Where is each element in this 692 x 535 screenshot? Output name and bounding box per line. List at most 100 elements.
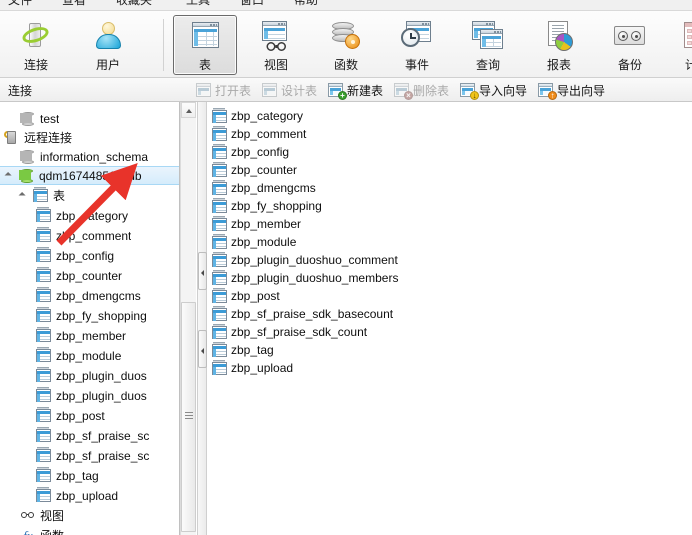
tree-item-label: zbp_upload	[56, 489, 118, 503]
toolbar-button-user[interactable]: 用户	[76, 15, 140, 75]
list-item[interactable]: zbp_post	[212, 287, 280, 305]
tree-item-zbp-comment[interactable]: zbp_comment	[0, 226, 180, 245]
toolbar-button-backup[interactable]: 备份	[598, 15, 662, 75]
toolbar-button-label: 备份	[618, 56, 642, 73]
connection-tree-panel[interactable]: test 远程连接 information_schema qdm16744851…	[0, 102, 180, 535]
list-item[interactable]: zbp_plugin_duoshuo_members	[212, 269, 398, 287]
export-wizard-button[interactable]: ↑ 导出向导	[538, 81, 605, 99]
list-item-label: zbp_counter	[231, 163, 297, 177]
list-item-label: zbp_config	[231, 145, 289, 159]
table-icon	[212, 325, 228, 340]
list-item[interactable]: zbp_fy_shopping	[212, 197, 322, 215]
open-table-button[interactable]: 打开表	[196, 81, 251, 99]
list-item[interactable]: zbp_sf_praise_sdk_basecount	[212, 305, 393, 323]
tree-item-zbp-plugin-duoshuo-members[interactable]: zbp_plugin_duos	[0, 386, 180, 405]
menu-item-favorites[interactable]: 收藏夹	[116, 0, 152, 8]
toolbar-button-connection[interactable]: 连接	[4, 15, 68, 75]
tree-item-label: zbp_tag	[56, 469, 99, 483]
tree-node-views-folder[interactable]: 视图	[0, 506, 180, 525]
connection-icon	[19, 20, 53, 52]
delete-table-button[interactable]: × 删除表	[394, 81, 449, 99]
tree-node-label: information_schema	[40, 150, 148, 164]
list-item[interactable]: zbp_comment	[212, 125, 306, 143]
list-item[interactable]: zbp_module	[212, 233, 296, 251]
list-item-label: zbp_plugin_duoshuo_members	[231, 271, 398, 285]
tree-node-information-schema[interactable]: information_schema	[0, 147, 180, 166]
tree-item-zbp-member[interactable]: zbp_member	[0, 326, 180, 345]
list-item[interactable]: zbp_member	[212, 215, 301, 233]
toolbar-button-table[interactable]: 表	[173, 15, 237, 75]
connection-pane-title: 连接	[8, 82, 32, 99]
tree-item-zbp-category[interactable]: zbp_category	[0, 206, 180, 225]
splitter-collapse-button-bottom[interactable]	[198, 330, 207, 368]
table-icon	[36, 308, 52, 324]
tree-item-zbp-plugin-duoshuo-comment[interactable]: zbp_plugin_duos	[0, 366, 180, 385]
splitter-collapse-button-top[interactable]	[198, 252, 207, 290]
menu-item-file[interactable]: 文件	[8, 0, 32, 8]
tree-node-label: qdm167448511_db	[39, 169, 142, 183]
table-icon	[212, 127, 228, 142]
toolbar-button-view[interactable]: 视图	[244, 15, 308, 75]
tree-item-zbp-config[interactable]: zbp_config	[0, 246, 180, 265]
toolbar-button-query[interactable]: 查询	[456, 15, 520, 75]
tree-item-zbp-module[interactable]: zbp_module	[0, 346, 180, 365]
list-item-label: zbp_category	[231, 109, 303, 123]
tree-item-zbp-sf-praise-sdk-basecount[interactable]: zbp_sf_praise_sc	[0, 426, 180, 445]
list-item[interactable]: zbp_sf_praise_sdk_count	[212, 323, 367, 341]
menu-item-view[interactable]: 查看	[62, 0, 86, 8]
tree-item-zbp-sf-praise-sdk-count[interactable]: zbp_sf_praise_sc	[0, 446, 180, 465]
table-icon	[36, 348, 52, 364]
menu-item-help[interactable]: 帮助	[294, 0, 318, 8]
design-table-button[interactable]: 设计表	[262, 81, 317, 99]
tree-item-label: zbp_fy_shopping	[56, 309, 147, 323]
tree-item-label: zbp_sf_praise_sc	[56, 429, 149, 443]
tree-item-zbp-tag[interactable]: zbp_tag	[0, 466, 180, 485]
tree-node-label: 视图	[40, 507, 64, 524]
table-icon	[36, 408, 52, 424]
chevron-expanded-icon[interactable]	[16, 188, 32, 204]
toolbar-button-schedule[interactable]: 计划	[665, 15, 692, 75]
tree-node-label: 表	[53, 187, 65, 204]
list-item-label: zbp_sf_praise_sdk_basecount	[231, 307, 393, 321]
tree-node-functions-folder[interactable]: fx 函数	[0, 526, 180, 535]
tree-item-zbp-dmengcms[interactable]: zbp_dmengcms	[0, 286, 180, 305]
table-icon	[212, 271, 228, 286]
tree-item-zbp-post[interactable]: zbp_post	[0, 406, 180, 425]
tree-item-label: zbp_member	[56, 329, 126, 343]
tree-node-qdm167448511-db[interactable]: qdm167448511_db	[0, 166, 179, 185]
tree-vertical-scrollbar[interactable]	[180, 102, 196, 535]
toolbar-button-function[interactable]: 函数	[314, 15, 378, 75]
table-icon	[212, 253, 228, 268]
panel-splitter[interactable]	[197, 102, 207, 535]
user-icon	[91, 20, 125, 52]
list-item[interactable]: zbp_counter	[212, 161, 297, 179]
list-item[interactable]: zbp_plugin_duoshuo_comment	[212, 251, 398, 269]
report-icon	[542, 20, 576, 52]
list-item[interactable]: zbp_tag	[212, 341, 274, 359]
table-icon	[36, 428, 52, 444]
list-item[interactable]: zbp_dmengcms	[212, 179, 316, 197]
list-item[interactable]: zbp_upload	[212, 359, 293, 377]
tree-node-test[interactable]: test	[0, 109, 180, 128]
menu-item-window[interactable]: 窗口	[240, 0, 264, 8]
tree-node-remote-connection[interactable]: 远程连接	[0, 128, 180, 147]
toolbar-button-label: 报表	[547, 56, 571, 73]
menu-item-tools[interactable]: 工具	[186, 0, 210, 8]
tree-item-zbp-upload[interactable]: zbp_upload	[0, 486, 180, 505]
chevron-expanded-icon[interactable]	[2, 168, 18, 184]
remote-connection-icon	[4, 130, 20, 146]
toolbar-button-event[interactable]: 事件	[385, 15, 449, 75]
open-table-icon	[196, 83, 212, 98]
tree-item-zbp-fy-shopping[interactable]: zbp_fy_shopping	[0, 306, 180, 325]
tree-item-zbp-counter[interactable]: zbp_counter	[0, 266, 180, 285]
list-item[interactable]: zbp_category	[212, 107, 303, 125]
toolbar-button-report[interactable]: 报表	[527, 15, 591, 75]
scrollbar-grip-icon	[185, 412, 193, 419]
tree-node-tables-folder[interactable]: 表	[0, 186, 180, 205]
database-active-icon	[19, 168, 35, 184]
new-table-button[interactable]: + 新建表	[328, 81, 383, 99]
list-item[interactable]: zbp_config	[212, 143, 289, 161]
object-list-panel[interactable]: zbp_category zbp_comment zbp_config zbp_…	[208, 102, 692, 535]
import-wizard-button[interactable]: ↓ 导入向导	[460, 81, 527, 99]
scroll-up-button[interactable]	[181, 102, 196, 118]
